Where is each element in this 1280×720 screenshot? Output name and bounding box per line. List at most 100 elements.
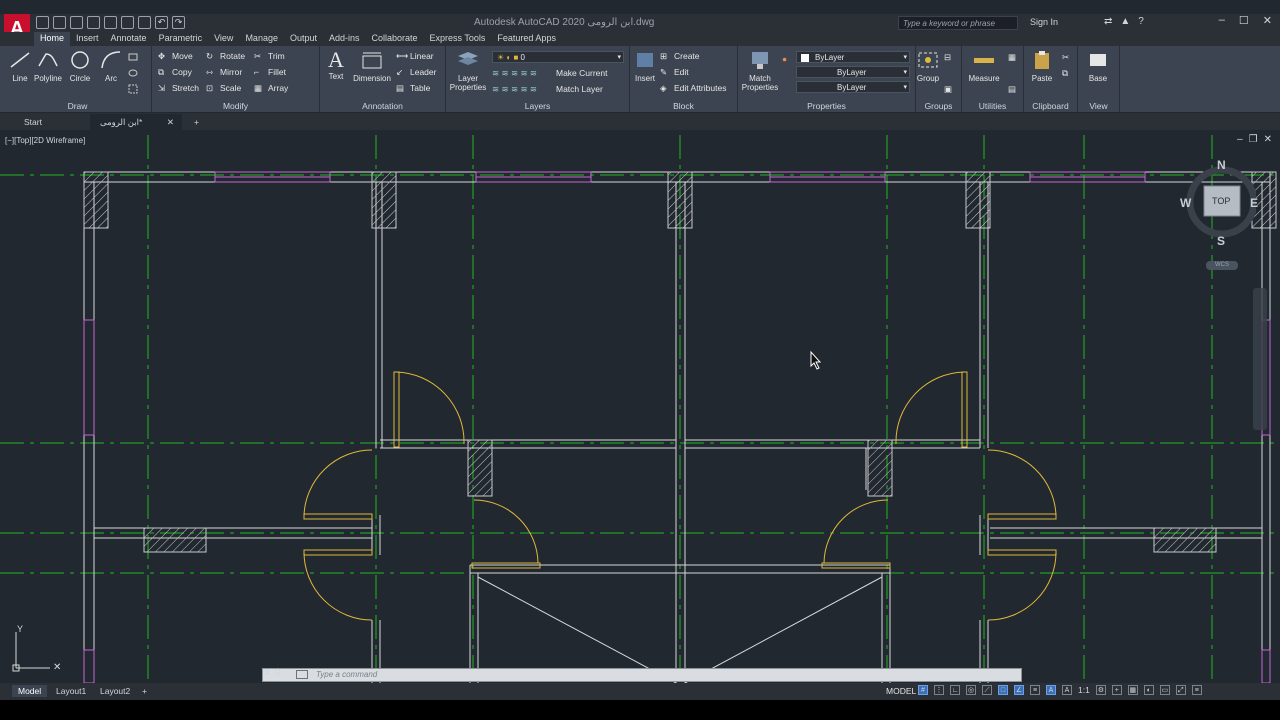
lineweight-dropdown[interactable]: ByLayer ▾: [796, 81, 910, 93]
autodesk-a360-icon[interactable]: ▲: [1120, 16, 1130, 27]
autoscale-icon[interactable]: A: [1062, 685, 1072, 695]
navigation-bar[interactable]: [1253, 288, 1267, 430]
save-icon[interactable]: [70, 16, 83, 29]
layout-tab-layout2[interactable]: Layout2: [100, 686, 130, 696]
new-icon[interactable]: [36, 16, 49, 29]
edit-attributes-tool[interactable]: ◈ Edit Attributes: [660, 81, 726, 95]
file-tab-start[interactable]: Start: [14, 114, 80, 130]
viewcube-top-face[interactable]: TOP: [1212, 196, 1230, 206]
save-web-icon[interactable]: [121, 16, 134, 29]
linetype-dropdown[interactable]: ByLayer ▾: [796, 66, 910, 78]
gradient-tool[interactable]: [128, 82, 138, 96]
match-properties-tool[interactable]: Match Properties: [740, 50, 780, 92]
fillet-tool[interactable]: ⌐ Fillet: [254, 65, 286, 79]
tab-home[interactable]: Home: [34, 32, 71, 46]
otrack-icon[interactable]: ∠: [1014, 685, 1024, 695]
tab-annotate[interactable]: Annotate: [105, 32, 153, 46]
viewcube[interactable]: TOP N S E W: [1180, 156, 1258, 248]
group-select-icon[interactable]: ▣: [944, 82, 952, 96]
tab-output[interactable]: Output: [284, 32, 323, 46]
tab-featured-apps[interactable]: Featured Apps: [491, 32, 562, 46]
groups-panel-label[interactable]: Groups: [916, 101, 961, 111]
hatch-tool[interactable]: [128, 66, 138, 80]
tab-manage[interactable]: Manage: [239, 32, 284, 46]
properties-panel-label[interactable]: Properties: [738, 101, 915, 111]
calculator-icon[interactable]: ▦: [1008, 50, 1016, 64]
clipboard-panel-label[interactable]: Clipboard: [1024, 101, 1077, 111]
leader-tool[interactable]: ↙ Leader: [396, 65, 436, 79]
layout-tab-layout1[interactable]: Layout1: [56, 686, 86, 696]
rotate-tool[interactable]: ↻ Rotate: [206, 49, 245, 63]
color-dropdown[interactable]: ByLayer ▾: [796, 51, 910, 63]
insert-tool[interactable]: Insert: [630, 50, 660, 83]
isolate-objects-icon[interactable]: ◐: [1143, 685, 1154, 695]
command-input[interactable]: Type a command: [316, 670, 377, 679]
modify-panel-label[interactable]: Modify: [152, 101, 319, 111]
scale-tool[interactable]: ⊡ Scale: [206, 81, 241, 95]
polar-icon[interactable]: ◎: [966, 685, 976, 695]
layer-properties-tool[interactable]: Layer Properties: [448, 50, 488, 92]
workspace-gear-icon[interactable]: ⚙: [1095, 685, 1106, 695]
paste-tool[interactable]: Paste: [1024, 50, 1060, 83]
trim-tool[interactable]: ✂ Trim: [254, 49, 285, 63]
edit-block-tool[interactable]: ✎ Edit: [660, 65, 689, 79]
viewcube-north[interactable]: N: [1217, 158, 1226, 172]
stretch-tool[interactable]: ⇲ Stretch: [158, 81, 199, 95]
tab-express-tools[interactable]: Express Tools: [424, 32, 492, 46]
clean-screen-icon[interactable]: ⤢: [1175, 685, 1186, 695]
layout-tab-model[interactable]: Model: [12, 685, 48, 697]
draw-panel-label[interactable]: Draw: [4, 101, 151, 111]
create-block-tool[interactable]: ⊞ Create: [660, 49, 700, 63]
group-tool[interactable]: Group: [914, 50, 942, 83]
copy-clip-icon[interactable]: ⧉: [1062, 66, 1068, 80]
tab-insert[interactable]: Insert: [70, 32, 105, 46]
viewport-minimize-icon[interactable]: –: [1237, 134, 1243, 145]
make-current-tool[interactable]: Make Current: [556, 66, 608, 80]
viewcube-east[interactable]: E: [1250, 196, 1258, 210]
polyline-tool[interactable]: Polyline: [30, 50, 66, 83]
save-as-icon[interactable]: [87, 16, 100, 29]
redo-icon[interactable]: ↷: [172, 16, 185, 29]
exchange-icon[interactable]: ⇄: [1104, 16, 1112, 27]
block-panel-label[interactable]: Block: [630, 101, 737, 111]
layer-tool-icons-2[interactable]: ≋ ≋ ≋ ≋ ≋: [492, 84, 537, 95]
ortho-icon[interactable]: ∟: [950, 685, 960, 695]
viewport-close-icon[interactable]: ✕: [1264, 134, 1272, 145]
tab-add-ins[interactable]: Add-ins: [323, 32, 366, 46]
annotation-panel-label[interactable]: Annotation: [320, 101, 445, 111]
undo-icon[interactable]: ↶: [155, 16, 168, 29]
layer-dropdown[interactable]: ☀ ◐ ■ 0 ▾: [492, 51, 624, 63]
viewcube-south[interactable]: S: [1217, 234, 1225, 248]
lineweight-icon[interactable]: ≡: [1030, 685, 1040, 695]
new-tab-button[interactable]: +: [184, 114, 209, 130]
viewport-controls-label[interactable]: [−][Top][2D Wireframe]: [5, 136, 85, 145]
units-icon[interactable]: +: [1111, 685, 1122, 695]
annotation-visibility-icon[interactable]: A: [1046, 685, 1056, 695]
text-tool[interactable]: A Text: [319, 49, 353, 82]
measure-tool[interactable]: Measure: [964, 50, 1004, 83]
linear-dimension-tool[interactable]: ⟷ Linear: [396, 49, 434, 63]
copy-tool[interactable]: ⧉ Copy: [158, 65, 192, 79]
cut-icon[interactable]: ✂: [1062, 50, 1069, 64]
viewport-restore-icon[interactable]: ❐: [1249, 134, 1258, 145]
ungroup-icon[interactable]: ⊟: [944, 50, 951, 64]
drawing-canvas[interactable]: Y ✕ [−][Top][2D Wireframe] – ❐ ✕ TOP N S…: [0, 130, 1280, 683]
open-web-icon[interactable]: [104, 16, 117, 29]
annotation-scale[interactable]: 1:1: [1078, 685, 1090, 695]
match-layer-tool[interactable]: Match Layer: [556, 82, 603, 96]
utilities-panel-label[interactable]: Utilities: [962, 101, 1023, 111]
table-tool[interactable]: ▤ Table: [396, 81, 430, 95]
move-tool[interactable]: ✥ Move: [158, 49, 193, 63]
plot-icon[interactable]: [138, 16, 151, 29]
help-search-input[interactable]: Type a keyword or phrase: [898, 16, 1018, 30]
minimize-icon[interactable]: –: [1219, 14, 1225, 27]
quick-properties-icon[interactable]: ▦: [1127, 685, 1138, 695]
id-point-icon[interactable]: ▤: [1008, 82, 1016, 96]
customization-menu-icon[interactable]: ≡: [1191, 685, 1202, 695]
close-tab-icon[interactable]: ✕: [167, 114, 174, 130]
tab-parametric[interactable]: Parametric: [153, 32, 209, 46]
rectangle-tool[interactable]: [128, 50, 138, 64]
arc-tool[interactable]: Arc: [93, 50, 129, 83]
tab-view[interactable]: View: [208, 32, 239, 46]
open-icon[interactable]: [53, 16, 66, 29]
